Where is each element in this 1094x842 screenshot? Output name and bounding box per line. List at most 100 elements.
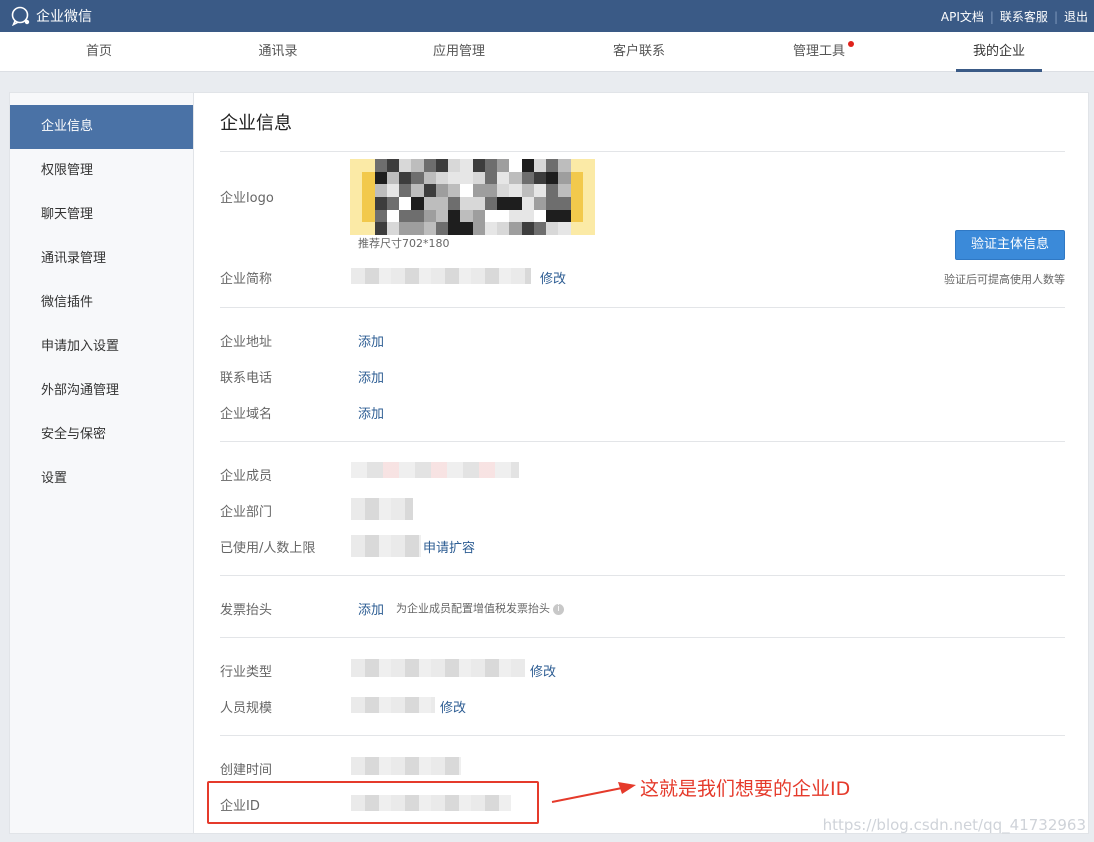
nav-my-enterprise[interactable]: 我的企业 [956,32,1042,72]
brand-name: 企业微信 [36,9,92,25]
members-label: 企业成员 [220,469,273,484]
logo-pixel [497,159,510,172]
verify-entity-button[interactable]: 验证主体信息 [955,230,1065,260]
created-time-value-redacted [351,757,461,775]
logo-pixel [558,159,571,172]
created-time-label: 创建时间 [220,763,273,778]
logo-pixel [521,184,534,197]
short-name-edit-link[interactable]: 修改 [540,268,566,287]
nav-contacts[interactable]: 通讯录 [250,32,306,72]
logo-pixel [472,222,485,235]
scale-value-redacted [351,697,435,713]
logo-pixel [374,209,387,223]
contact-support-link[interactable]: 联系客服 [1000,8,1048,25]
address-add-link[interactable]: 添加 [358,331,384,350]
logo-pixel [546,184,559,197]
logo-pixel [423,159,436,172]
logo-pixel [448,197,461,210]
usage-value-redacted [351,535,421,557]
logo-pixel [423,184,436,197]
logo-pixel [350,209,363,223]
logo-pixel [509,197,522,210]
logo-pixel [448,209,461,223]
logo-pixel [448,184,461,197]
logo-pixel [472,171,485,185]
invoice-add-link[interactable]: 添加 [358,599,384,618]
content-card: 企业信息 权限管理 聊天管理 通讯录管理 微信插件 申请加入设置 外部沟通管理 … [9,92,1089,834]
info-icon[interactable]: i [553,603,564,615]
logo-pixel [374,159,387,172]
logo-pixel [374,222,387,235]
phone-add-link[interactable]: 添加 [358,367,384,386]
logo-pixel [411,209,424,223]
divider [220,575,1065,576]
logo-pixel [582,197,595,210]
logout-link[interactable]: 退出 [1064,8,1088,25]
logo-pixel [435,159,448,172]
sidebar-item-enterprise-info[interactable]: 企业信息 [10,105,193,149]
sidebar-item-settings[interactable]: 设置 [10,457,193,501]
divider [220,441,1065,442]
sidebar-item-chat-management[interactable]: 聊天管理 [10,193,193,237]
logo-pixel [558,171,571,185]
logo-pixel [521,209,534,223]
logo-pixel [582,171,595,185]
logo-pixel [460,159,473,172]
logo-pixel [448,222,461,235]
logo-pixel [362,197,375,210]
logo-pixel [472,159,485,172]
watermark: https://blog.csdn.net/qq_41732963 [822,816,1086,834]
industry-edit-link[interactable]: 修改 [530,661,556,680]
short-name-label: 企业简称 [220,272,273,287]
domain-add-link[interactable]: 添加 [358,403,384,422]
brand[interactable]: 企业微信 [10,6,92,26]
apply-expansion-link[interactable]: 申请扩容 [423,537,475,556]
sidebar-item-join-settings[interactable]: 申请加入设置 [10,325,193,369]
logo-pixel [399,159,412,172]
nav-app-management[interactable]: 应用管理 [424,32,494,72]
logo-size-hint: 推荐尺寸702*180 [358,237,450,250]
sidebar-item-external-communication[interactable]: 外部沟通管理 [10,369,193,413]
nav-management-tools[interactable]: 管理工具 [784,32,854,72]
logo-pixel [435,171,448,185]
logo-pixel [399,222,412,235]
nav-home[interactable]: 首页 [78,32,120,72]
logo-pixel [558,184,571,197]
divider [220,735,1065,736]
logo-pixel [411,222,424,235]
logo-pixel [411,197,424,210]
logo-pixel [362,184,375,197]
logo-pixel [570,171,583,185]
logo-pixel [546,171,559,185]
logo-pixel [582,184,595,197]
logo-pixel [460,222,473,235]
sidebar-item-wechat-plugin[interactable]: 微信插件 [10,281,193,325]
logo-pixel [350,159,363,172]
separator: | [989,9,994,24]
logo-pixel [411,171,424,185]
enterprise-logo-image[interactable] [350,159,595,235]
api-docs-link[interactable]: API文档 [941,8,984,25]
scale-edit-link[interactable]: 修改 [440,697,466,716]
verify-note: 验证后可提高使用人数等 [944,273,1065,286]
sidebar-item-permissions[interactable]: 权限管理 [10,149,193,193]
logo-pixel [582,159,595,172]
scale-label: 人员规模 [220,701,273,716]
logo-pixel [509,171,522,185]
logo-pixel [472,209,485,223]
enterprise-info-panel: 企业信息 企业logo 推荐尺寸702*180 验证主体信息 验证后可提高使用人… [220,93,1065,833]
divider [220,637,1065,638]
logo-pixel [386,159,399,172]
sidebar-item-security[interactable]: 安全与保密 [10,413,193,457]
arrow-icon [551,782,636,803]
industry-value-redacted [351,659,525,677]
divider [220,307,1065,308]
logo-pixel [546,209,559,223]
nav-customer-contact[interactable]: 客户联系 [604,32,674,72]
sidebar-item-contacts-management[interactable]: 通讯录管理 [10,237,193,281]
industry-label: 行业类型 [220,665,273,680]
usage-label: 已使用/人数上限 [220,541,316,556]
logo-pixel [497,222,510,235]
logo-pixel [423,222,436,235]
logo-pixel [399,184,412,197]
